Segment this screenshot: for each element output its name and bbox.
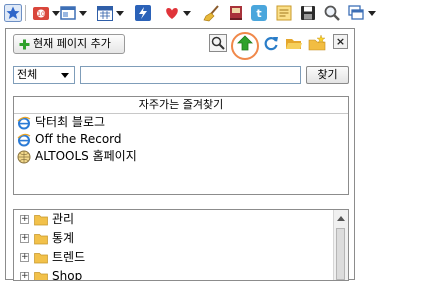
refresh-icon: [264, 37, 278, 51]
magnifier-icon[interactable]: [323, 4, 341, 22]
folder-icon: [34, 213, 48, 226]
tree-item[interactable]: + 관리: [14, 210, 348, 229]
scroll-up-icon[interactable]: [337, 216, 345, 221]
favorites-star-icon[interactable]: [4, 4, 22, 22]
move-up-button[interactable]: [236, 34, 254, 52]
new-folder-icon: [308, 34, 326, 51]
add-current-page-label: 현재 페이지 추가: [33, 37, 111, 50]
tree-item[interactable]: + Shop: [14, 267, 348, 281]
twitter-icon[interactable]: t: [250, 4, 268, 22]
refresh-button[interactable]: [262, 34, 280, 52]
open-folder-icon: [286, 39, 302, 49]
list-item[interactable]: Off the Record: [14, 131, 348, 148]
open-folder-button[interactable]: [285, 34, 303, 52]
find-button[interactable]: 찾기: [306, 66, 349, 84]
book-icon[interactable]: [227, 4, 245, 22]
tree-item-label: 통계: [52, 231, 75, 245]
expand-icon[interactable]: +: [20, 234, 29, 243]
folder-icon: [34, 251, 48, 264]
ie-icon: [17, 116, 31, 130]
expand-icon[interactable]: +: [20, 215, 29, 224]
folder-icon: [34, 232, 48, 245]
scrollbar-thumb[interactable]: [336, 228, 345, 280]
calendar-icon[interactable]: [96, 4, 114, 22]
tree-item[interactable]: + 트렌드: [14, 248, 348, 267]
folder-icon: [34, 270, 48, 280]
tree-scrollbar[interactable]: [333, 210, 348, 280]
flash-icon[interactable]: [134, 4, 152, 22]
svg-text:t: t: [256, 7, 261, 20]
search-button[interactable]: [209, 34, 227, 52]
tree-item[interactable]: + 통계: [14, 229, 348, 248]
list-item-label: ALTOOLS 홈페이지: [35, 149, 137, 163]
heart-dropdown[interactable]: [183, 11, 191, 16]
calendar-dropdown[interactable]: [116, 11, 124, 16]
window-stack-icon[interactable]: [347, 4, 365, 22]
expand-icon[interactable]: +: [20, 253, 29, 262]
frequent-favorites-header: 자주가는 즐겨찾기: [14, 97, 348, 114]
ie-icon: [17, 133, 31, 147]
heart-icon[interactable]: [163, 4, 181, 22]
list-item-label: 닥터최 블로그: [35, 115, 106, 129]
search-icon: [211, 36, 225, 50]
toolbar-separator: [25, 5, 26, 21]
save-icon[interactable]: [299, 4, 317, 22]
notes-icon[interactable]: [275, 4, 293, 22]
filter-row: 전체 찾기: [13, 66, 351, 84]
category-select-value: 전체: [17, 68, 38, 81]
window-icon[interactable]: [59, 4, 77, 22]
window-dropdown[interactable]: [79, 11, 87, 16]
list-item[interactable]: ALTOOLS 홈페이지: [14, 148, 348, 165]
list-item-label: Off the Record: [35, 132, 122, 146]
globe-icon: [17, 150, 31, 164]
plus-icon: [19, 38, 30, 50]
favorites-panel: 현재 페이지 추가 × 전체 찾기 자주가는 즐겨찾기 닥터최 블로그 Off …: [5, 28, 355, 281]
top-toolbar: 10 t: [0, 0, 426, 28]
add-current-page-button[interactable]: 현재 페이지 추가: [13, 34, 125, 54]
up-arrow-icon: [237, 35, 253, 51]
category-select[interactable]: 전체: [13, 66, 75, 84]
broom-icon[interactable]: [203, 4, 221, 22]
list-item[interactable]: 닥터최 블로그: [14, 114, 348, 131]
ie-toolbar-icon[interactable]: 10: [32, 4, 50, 22]
tree-item-label: 관리: [52, 212, 75, 226]
favorites-folder-tree: + 관리 + 통계 + 트렌드 + Shop: [13, 209, 349, 281]
chevron-down-icon: [61, 73, 69, 78]
close-button[interactable]: ×: [333, 34, 348, 49]
search-input[interactable]: [80, 66, 301, 84]
window-stack-dropdown[interactable]: [368, 11, 376, 16]
tree-item-label: 트렌드: [52, 250, 86, 264]
expand-icon[interactable]: +: [20, 272, 29, 280]
new-folder-button[interactable]: [308, 34, 326, 52]
svg-text:10: 10: [37, 11, 45, 18]
tree-item-label: Shop: [52, 269, 83, 281]
frequent-favorites-list: 자주가는 즐겨찾기 닥터최 블로그 Off the Record ALTOOLS…: [13, 96, 349, 195]
